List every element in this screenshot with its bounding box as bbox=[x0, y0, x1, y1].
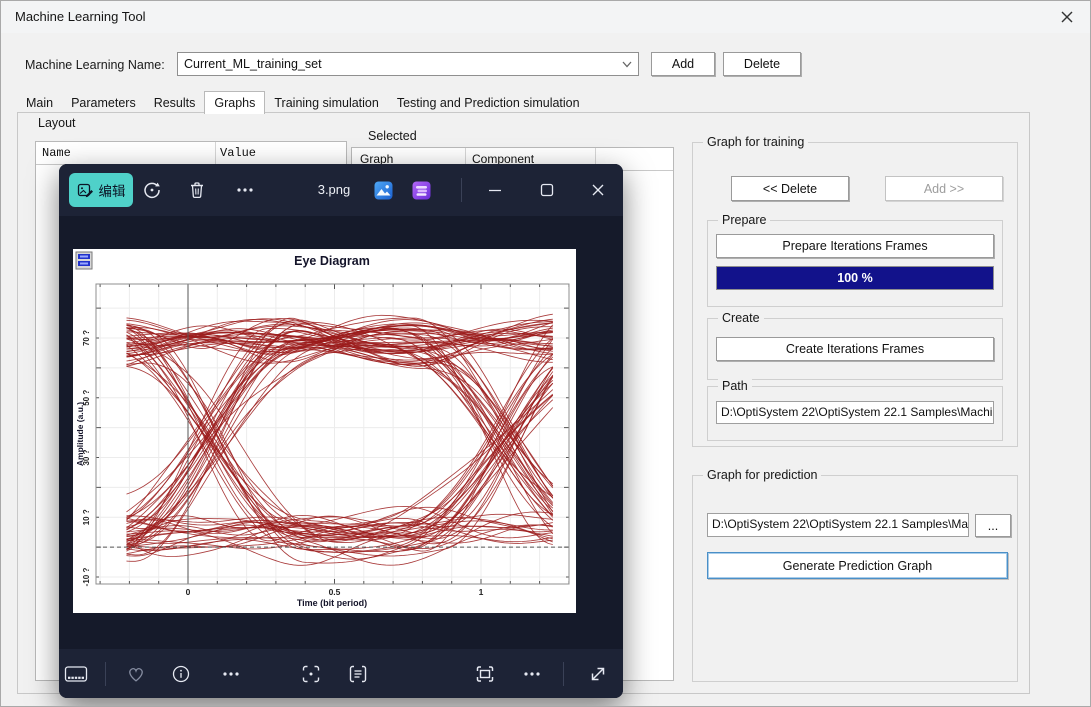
svg-text:10 ?: 10 ? bbox=[82, 509, 91, 525]
more-icon bbox=[235, 180, 255, 200]
graph-for-prediction-title: Graph for prediction bbox=[703, 468, 821, 482]
ml-name-value: Current_ML_training_set bbox=[184, 53, 322, 75]
visual-search-button[interactable] bbox=[296, 659, 326, 689]
delete-graph-button[interactable]: << Delete bbox=[731, 176, 849, 201]
viewer-minimize-button[interactable] bbox=[478, 175, 512, 205]
dialog-titlebar: Machine Learning Tool bbox=[1, 1, 1090, 33]
svg-text:-10 ?: -10 ? bbox=[82, 568, 91, 587]
more-icon bbox=[221, 664, 241, 684]
maximize-icon bbox=[540, 183, 554, 197]
graph-window-icon bbox=[76, 252, 92, 269]
text-extract-icon bbox=[347, 663, 369, 685]
svg-text:70 ?: 70 ? bbox=[82, 330, 91, 346]
svg-text:0: 0 bbox=[186, 587, 191, 597]
tab-testing-and-prediction-simulation[interactable]: Testing and Prediction simulation bbox=[388, 93, 589, 114]
prediction-path-field[interactable]: D:\OptiSystem 22\OptiSystem 22.1 Samples… bbox=[707, 513, 969, 537]
photo-viewer-bottom-toolbar bbox=[59, 649, 623, 698]
rotate-button[interactable] bbox=[137, 175, 167, 205]
more-options-button[interactable] bbox=[230, 175, 260, 205]
open-with-photos-button[interactable] bbox=[368, 175, 398, 205]
open-with-clipchamp-button[interactable] bbox=[406, 175, 436, 205]
selected-label: Selected bbox=[368, 129, 417, 143]
more-options-button[interactable] bbox=[517, 659, 547, 689]
training-path-field[interactable]: D:\OptiSystem 22\OptiSystem 22.1 Samples… bbox=[716, 401, 994, 424]
tab-main[interactable]: Main bbox=[17, 93, 62, 114]
edit-button[interactable]: 编辑 bbox=[69, 173, 133, 207]
delete-photo-button[interactable] bbox=[182, 175, 212, 205]
text-extract-button[interactable] bbox=[343, 659, 373, 689]
graph-for-prediction-group: Graph for prediction D:\OptiSystem 22\Op… bbox=[692, 475, 1018, 682]
prepare-title: Prepare bbox=[718, 213, 770, 227]
more-icon bbox=[522, 664, 542, 684]
rotate-icon bbox=[141, 179, 163, 201]
prepare-iterations-frames-button[interactable]: Prepare Iterations Frames bbox=[716, 234, 994, 258]
create-title: Create bbox=[718, 311, 764, 325]
fit-screen-button[interactable] bbox=[470, 659, 500, 689]
window-title: Machine Learning Tool bbox=[15, 1, 146, 33]
tab-bar: MainParametersResultsGraphsTraining simu… bbox=[17, 91, 589, 113]
fit-screen-icon bbox=[474, 663, 496, 685]
filmstrip-toggle-button[interactable] bbox=[61, 659, 91, 689]
clipchamp-icon bbox=[412, 181, 431, 200]
layout-table-header: Name Value bbox=[36, 142, 346, 165]
chart-title: Eye Diagram bbox=[294, 254, 370, 268]
favorite-button[interactable] bbox=[121, 659, 151, 689]
window-close-button[interactable] bbox=[1058, 8, 1076, 26]
add-ml-button[interactable]: Add bbox=[651, 52, 715, 76]
photo-viewer-top-toolbar: 编辑 bbox=[59, 164, 623, 216]
tab-parameters[interactable]: Parameters bbox=[62, 93, 145, 114]
eye-diagram-image: Eye Diagram 00.5170 ?50 ?30 ?10 ?-10 ? T… bbox=[73, 249, 576, 613]
fullscreen-button[interactable] bbox=[583, 659, 613, 689]
chart-xlabel: Time (bit period) bbox=[297, 598, 367, 608]
ml-name-label: Machine Learning Name: bbox=[25, 58, 165, 72]
prepare-progress-bar: 100 % bbox=[716, 266, 994, 290]
layout-col-name: Name bbox=[42, 142, 71, 164]
create-group: Create Create Iterations Frames bbox=[707, 318, 1003, 380]
info-icon bbox=[171, 664, 191, 684]
svg-text:1: 1 bbox=[479, 587, 484, 597]
chart-ylabel: Amplitude (a.u.) bbox=[75, 402, 85, 466]
close-icon bbox=[591, 183, 605, 197]
close-icon bbox=[1058, 8, 1076, 26]
more-options-button[interactable] bbox=[216, 659, 246, 689]
graph-for-training-group: Graph for training << Delete Add >> Prep… bbox=[692, 142, 1018, 447]
path-group: Path D:\OptiSystem 22\OptiSystem 22.1 Sa… bbox=[707, 386, 1003, 441]
layout-col-value: Value bbox=[220, 142, 256, 164]
tab-results[interactable]: Results bbox=[145, 93, 205, 114]
info-button[interactable] bbox=[166, 659, 196, 689]
favorite-heart-icon bbox=[125, 663, 147, 685]
photos-app-icon bbox=[374, 181, 393, 200]
layout-label: Layout bbox=[38, 116, 76, 130]
add-graph-button[interactable]: Add >> bbox=[885, 176, 1003, 201]
tab-graphs[interactable]: Graphs bbox=[204, 91, 265, 114]
viewer-maximize-button[interactable] bbox=[530, 175, 564, 205]
visual-search-icon bbox=[300, 663, 322, 685]
svg-text:0.5: 0.5 bbox=[329, 587, 341, 597]
delete-ml-button[interactable]: Delete bbox=[723, 52, 801, 76]
prepare-progress-text: 100 % bbox=[717, 267, 993, 289]
photo-viewer-window: 编辑 bbox=[59, 164, 623, 698]
machine-learning-tool-dialog: Machine Learning Tool Machine Learning N… bbox=[0, 0, 1091, 707]
minimize-icon bbox=[488, 183, 502, 197]
edit-button-label: 编辑 bbox=[99, 180, 126, 200]
path-title: Path bbox=[718, 379, 752, 393]
photo-filename: 3.png bbox=[299, 164, 369, 216]
browse-path-button[interactable]: ... bbox=[975, 514, 1011, 537]
edit-icon bbox=[77, 182, 94, 199]
viewer-close-button[interactable] bbox=[581, 175, 615, 205]
prepare-group: Prepare Prepare Iterations Frames 100 % bbox=[707, 220, 1003, 307]
tab-training-simulation[interactable]: Training simulation bbox=[265, 93, 387, 114]
create-iterations-frames-button[interactable]: Create Iterations Frames bbox=[716, 337, 994, 361]
generate-prediction-graph-button[interactable]: Generate Prediction Graph bbox=[707, 552, 1008, 579]
trash-icon bbox=[187, 180, 207, 200]
chevron-down-icon bbox=[622, 61, 632, 68]
graph-for-training-title: Graph for training bbox=[703, 135, 808, 149]
ml-name-combobox[interactable]: Current_ML_training_set bbox=[177, 52, 639, 76]
fullscreen-icon bbox=[587, 663, 609, 685]
filmstrip-icon bbox=[64, 664, 88, 684]
